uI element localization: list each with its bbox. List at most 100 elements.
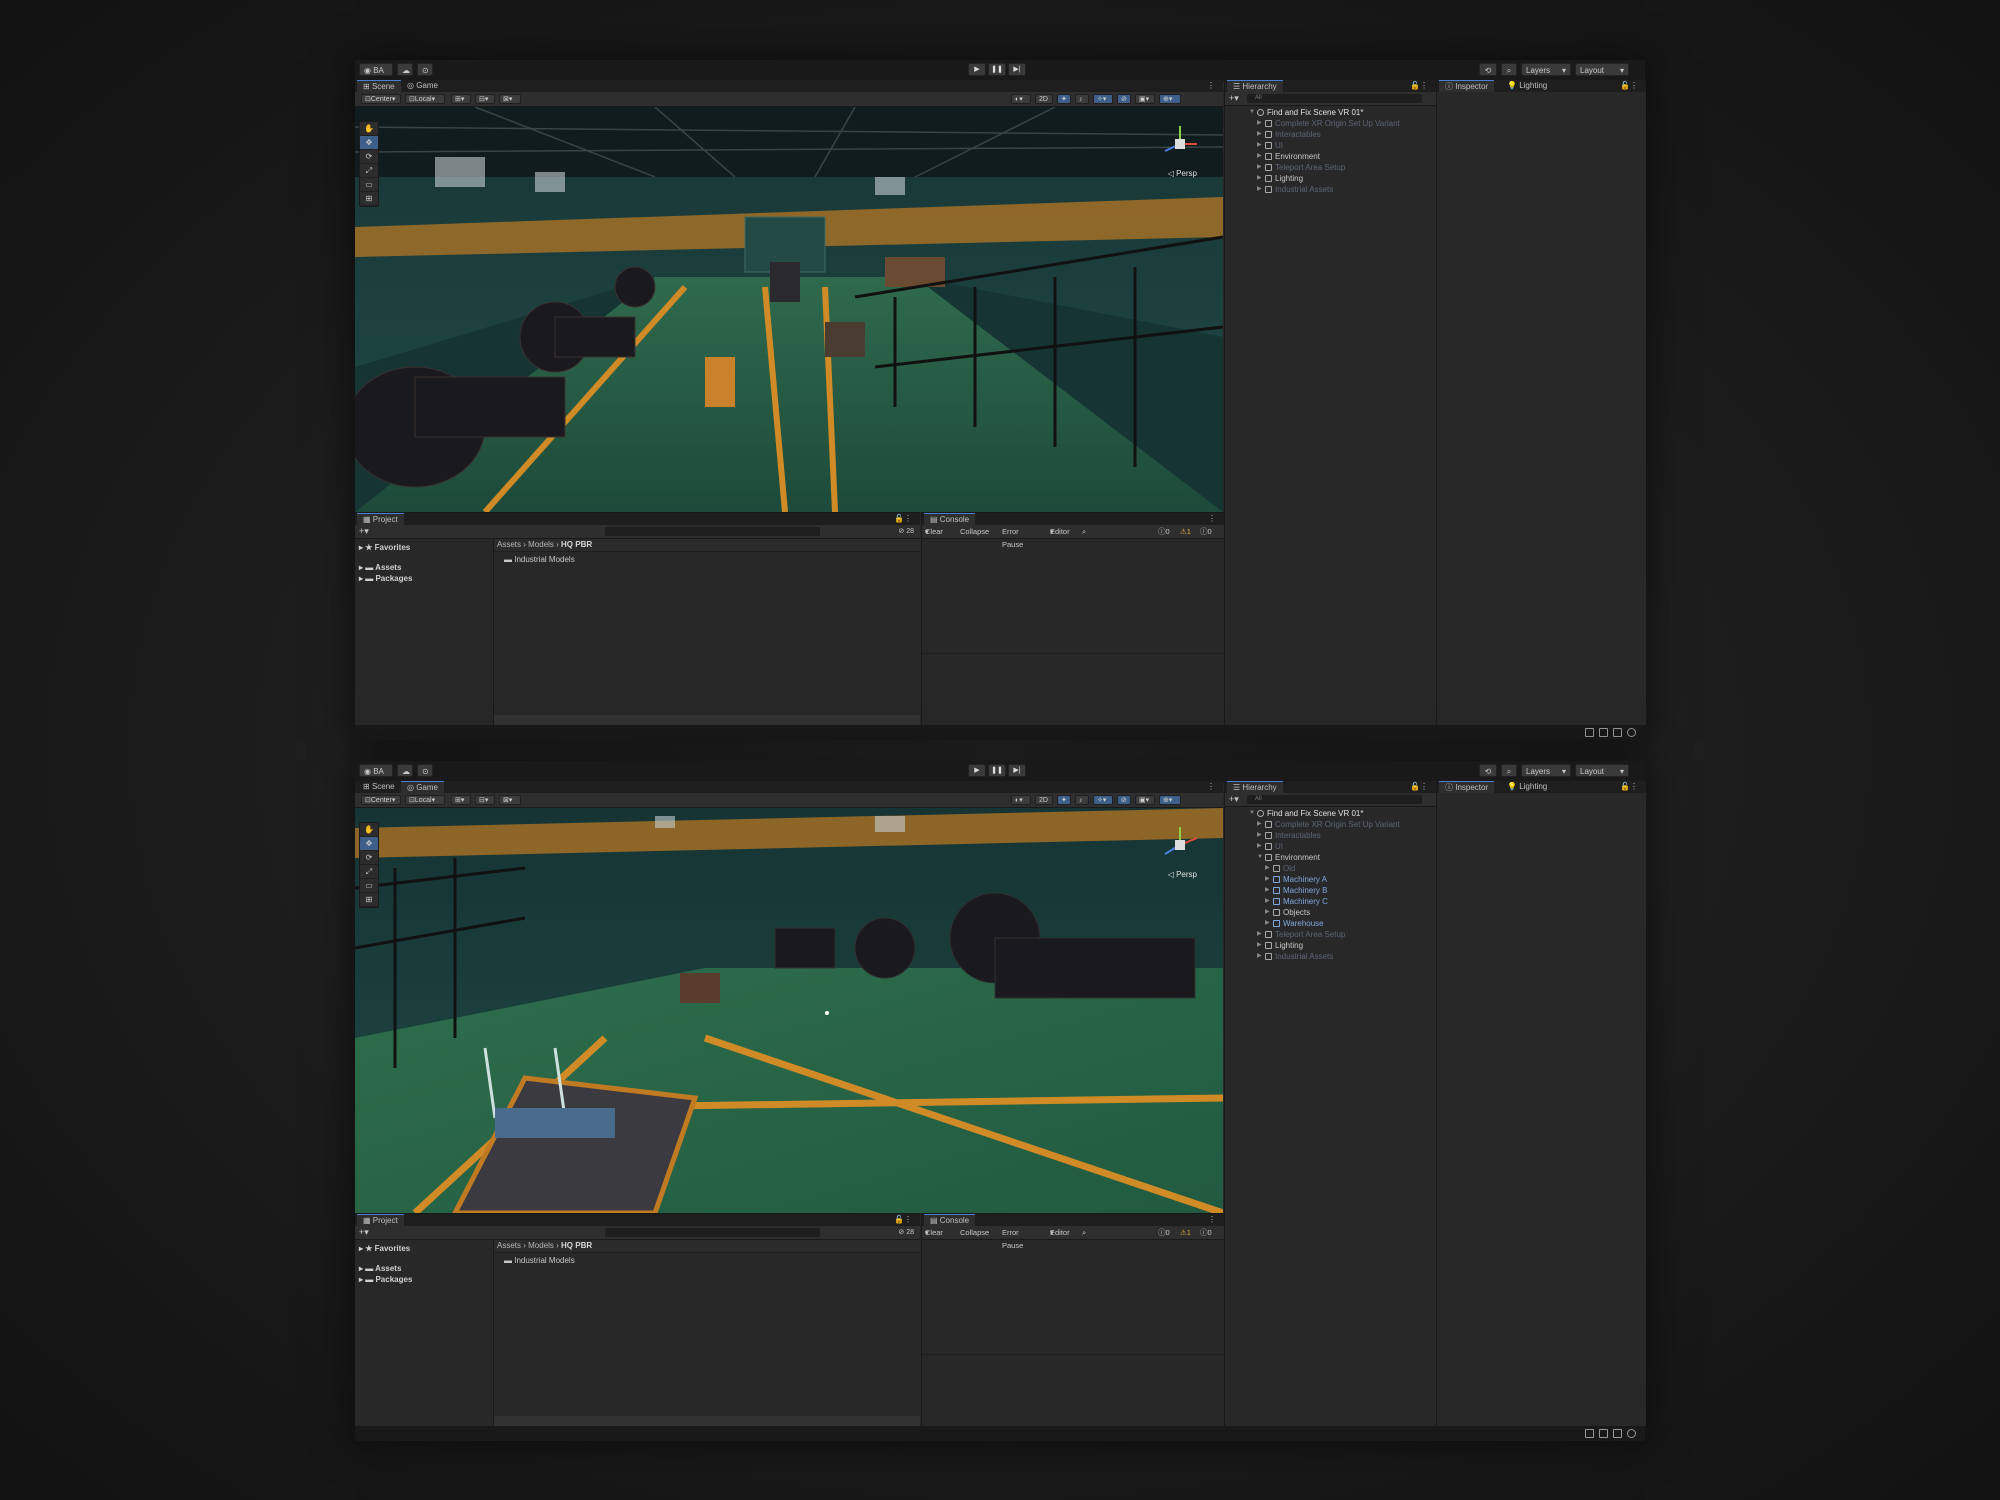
assets-folder[interactable]: ▸ ▬ Assets	[359, 563, 401, 572]
status-icon[interactable]	[1599, 728, 1608, 737]
status-icon[interactable]	[1627, 1429, 1636, 1438]
snap-increment-icon[interactable]: ⊟▾	[475, 795, 495, 805]
create-asset-icon[interactable]: +▾	[359, 1226, 369, 1239]
tab-scene[interactable]: ⊞ Scene	[357, 80, 401, 92]
packages-folder[interactable]: ▸ ▬ Packages	[359, 1275, 412, 1284]
hierarchy-row[interactable]: ▶ UI	[1225, 140, 1436, 151]
mode-2d-toggle[interactable]: 2D	[1035, 94, 1053, 104]
audio-toggle-icon[interactable]: ♪	[1075, 795, 1089, 805]
hierarchy-row[interactable]: ▶ Industrial Assets	[1225, 184, 1436, 195]
grid-plane-icon[interactable]: ⊠▾	[499, 795, 521, 805]
hierarchy-row[interactable]: ▶ Machinery A	[1225, 874, 1436, 885]
panel-menu-icon[interactable]: ⋮	[1201, 781, 1221, 793]
favorites-item[interactable]: ▸ ★ Favorites	[359, 1244, 410, 1253]
hidden-packages-count[interactable]: ⊘ 28	[898, 1226, 914, 1239]
crumb-current[interactable]: HQ PBR	[561, 540, 592, 549]
step-button[interactable]: ▶|	[1008, 63, 1026, 76]
step-button[interactable]: ▶|	[1008, 764, 1026, 777]
tab-game[interactable]: ◎ Game	[401, 781, 444, 793]
collab-icon[interactable]: ⊙	[417, 764, 433, 777]
lighting-toggle-icon[interactable]: ✦	[1057, 795, 1071, 805]
cloud-icon[interactable]: ☁	[397, 764, 413, 777]
tab-inspector[interactable]: ⓘ Inspector	[1439, 781, 1495, 793]
hierarchy-row[interactable]: ▶ Teleport Area Setup	[1225, 929, 1436, 940]
console-search-icon[interactable]: ⌕	[1082, 525, 1086, 538]
error-count[interactable]: ⓘ 0	[1200, 1226, 1212, 1239]
add-object-icon[interactable]: +▾	[1229, 793, 1239, 806]
console-divider[interactable]	[922, 1354, 1224, 1355]
crumb-assets[interactable]: Assets	[497, 540, 521, 549]
editor-target-dropdown[interactable]: Editor ▾	[1050, 525, 1070, 538]
camera-settings-icon[interactable]: ▣▾	[1135, 795, 1155, 805]
hierarchy-lock-icon[interactable]: 🔓⋮	[1404, 781, 1434, 793]
tab-lighting[interactable]: 💡 Lighting	[1501, 80, 1553, 92]
project-search-input[interactable]	[605, 1228, 820, 1237]
favorites-item[interactable]: ▸ ★ Favorites	[359, 543, 410, 552]
hierarchy-row[interactable]: ▶ Interactables	[1225, 129, 1436, 140]
grid-plane-icon[interactable]: ⊠▾	[499, 94, 521, 104]
play-button[interactable]: ▶	[968, 63, 986, 76]
rect-tool-icon[interactable]: ▭	[360, 178, 378, 192]
console-divider[interactable]	[922, 653, 1224, 654]
hierarchy-row[interactable]: ▶ Complete XR Origin Set Up Variant	[1225, 118, 1436, 129]
move-tool-icon[interactable]: ✥	[360, 136, 378, 150]
tab-inspector[interactable]: ⓘ Inspector	[1439, 80, 1495, 92]
warning-count[interactable]: ⚠ 1	[1180, 525, 1191, 538]
lighting-toggle-icon[interactable]: ✦	[1057, 94, 1071, 104]
rect-tool-icon[interactable]: ▭	[360, 879, 378, 893]
hierarchy-row[interactable]: ▶ Machinery C	[1225, 896, 1436, 907]
crumb-assets[interactable]: Assets	[497, 1241, 521, 1250]
console-menu-icon[interactable]: ⋮	[1202, 1214, 1222, 1226]
clear-button[interactable]: Clear ▾	[925, 525, 943, 538]
collab-icon[interactable]: ⊙	[417, 63, 433, 76]
mode-2d-toggle[interactable]: 2D	[1035, 795, 1053, 805]
hierarchy-row[interactable]: ▶ Objects	[1225, 907, 1436, 918]
log-count[interactable]: ⓘ 0	[1158, 1226, 1170, 1239]
search-icon[interactable]: ⌕	[1501, 764, 1517, 777]
tab-project[interactable]: ▦ Project	[357, 513, 404, 525]
packages-folder[interactable]: ▸ ▬ Packages	[359, 574, 412, 583]
snap-increment-icon[interactable]: ⊟▾	[475, 94, 495, 104]
status-icon[interactable]	[1599, 1429, 1608, 1438]
gizmos-toggle-icon[interactable]: ⊕▾	[1159, 94, 1181, 104]
project-lock-icon[interactable]: 🔓⋮	[888, 1214, 918, 1226]
status-icon[interactable]	[1585, 728, 1594, 737]
editor-target-dropdown[interactable]: Editor ▾	[1050, 1226, 1070, 1239]
hierarchy-search-input[interactable]: All	[1247, 795, 1422, 804]
warning-count[interactable]: ⚠ 1	[1180, 1226, 1191, 1239]
pause-button[interactable]: ❚❚	[988, 63, 1006, 76]
hierarchy-row[interactable]: ▶ Lighting	[1225, 173, 1436, 184]
tab-hierarchy[interactable]: ☰ Hierarchy	[1227, 781, 1283, 793]
console-search-icon[interactable]: ⌕	[1082, 1226, 1086, 1239]
layers-dropdown[interactable]: Layers ▾	[1521, 764, 1571, 777]
status-icon[interactable]	[1585, 1429, 1594, 1438]
tab-project[interactable]: ▦ Project	[357, 1214, 404, 1226]
error-count[interactable]: ⓘ 0	[1200, 525, 1212, 538]
clear-button[interactable]: Clear ▾	[925, 1226, 943, 1239]
grid-snap-icon[interactable]: ⊞▾	[451, 94, 471, 104]
hand-tool-icon[interactable]: ✋	[360, 122, 378, 136]
hierarchy-row-scene[interactable]: ▼ Find and Fix Scene VR 01*	[1225, 107, 1436, 118]
status-icon[interactable]	[1613, 728, 1622, 737]
projection-label[interactable]: ◁ Persp	[1168, 169, 1197, 178]
orientation-gizmo-icon[interactable]	[1159, 123, 1201, 165]
inspector-lock-icon[interactable]: 🔓⋮	[1614, 80, 1644, 92]
rotate-tool-icon[interactable]: ⟳	[360, 851, 378, 865]
hierarchy-row[interactable]: ▶ Lighting	[1225, 940, 1436, 951]
tab-scene[interactable]: ⊞ Scene	[357, 781, 401, 793]
scale-tool-icon[interactable]: ⤢	[360, 164, 378, 178]
projection-label[interactable]: ◁ Persp	[1168, 870, 1197, 879]
status-icon[interactable]	[1627, 728, 1636, 737]
pivot-center-toggle[interactable]: ⊡Center▾	[361, 795, 401, 805]
hierarchy-row[interactable]: ▶ Interactables	[1225, 830, 1436, 841]
panel-menu-icon[interactable]: ⋮	[1201, 80, 1221, 92]
history-icon[interactable]: ⟲	[1479, 764, 1497, 777]
pivot-space-toggle[interactable]: ⊡Local▾	[405, 795, 445, 805]
project-lock-icon[interactable]: 🔓⋮	[888, 513, 918, 525]
scale-tool-icon[interactable]: ⤢	[360, 865, 378, 879]
scene-viewport[interactable]: ✋ ✥ ⟳ ⤢ ▭ ⊞ ◁ Persp	[355, 808, 1223, 1213]
crumb-models[interactable]: Models	[528, 1241, 554, 1250]
layout-dropdown[interactable]: Layout ▾	[1575, 63, 1629, 76]
gizmos-toggle-icon[interactable]: ⊕▾	[1159, 795, 1181, 805]
hidden-objects-icon[interactable]: ⊘	[1117, 94, 1131, 104]
